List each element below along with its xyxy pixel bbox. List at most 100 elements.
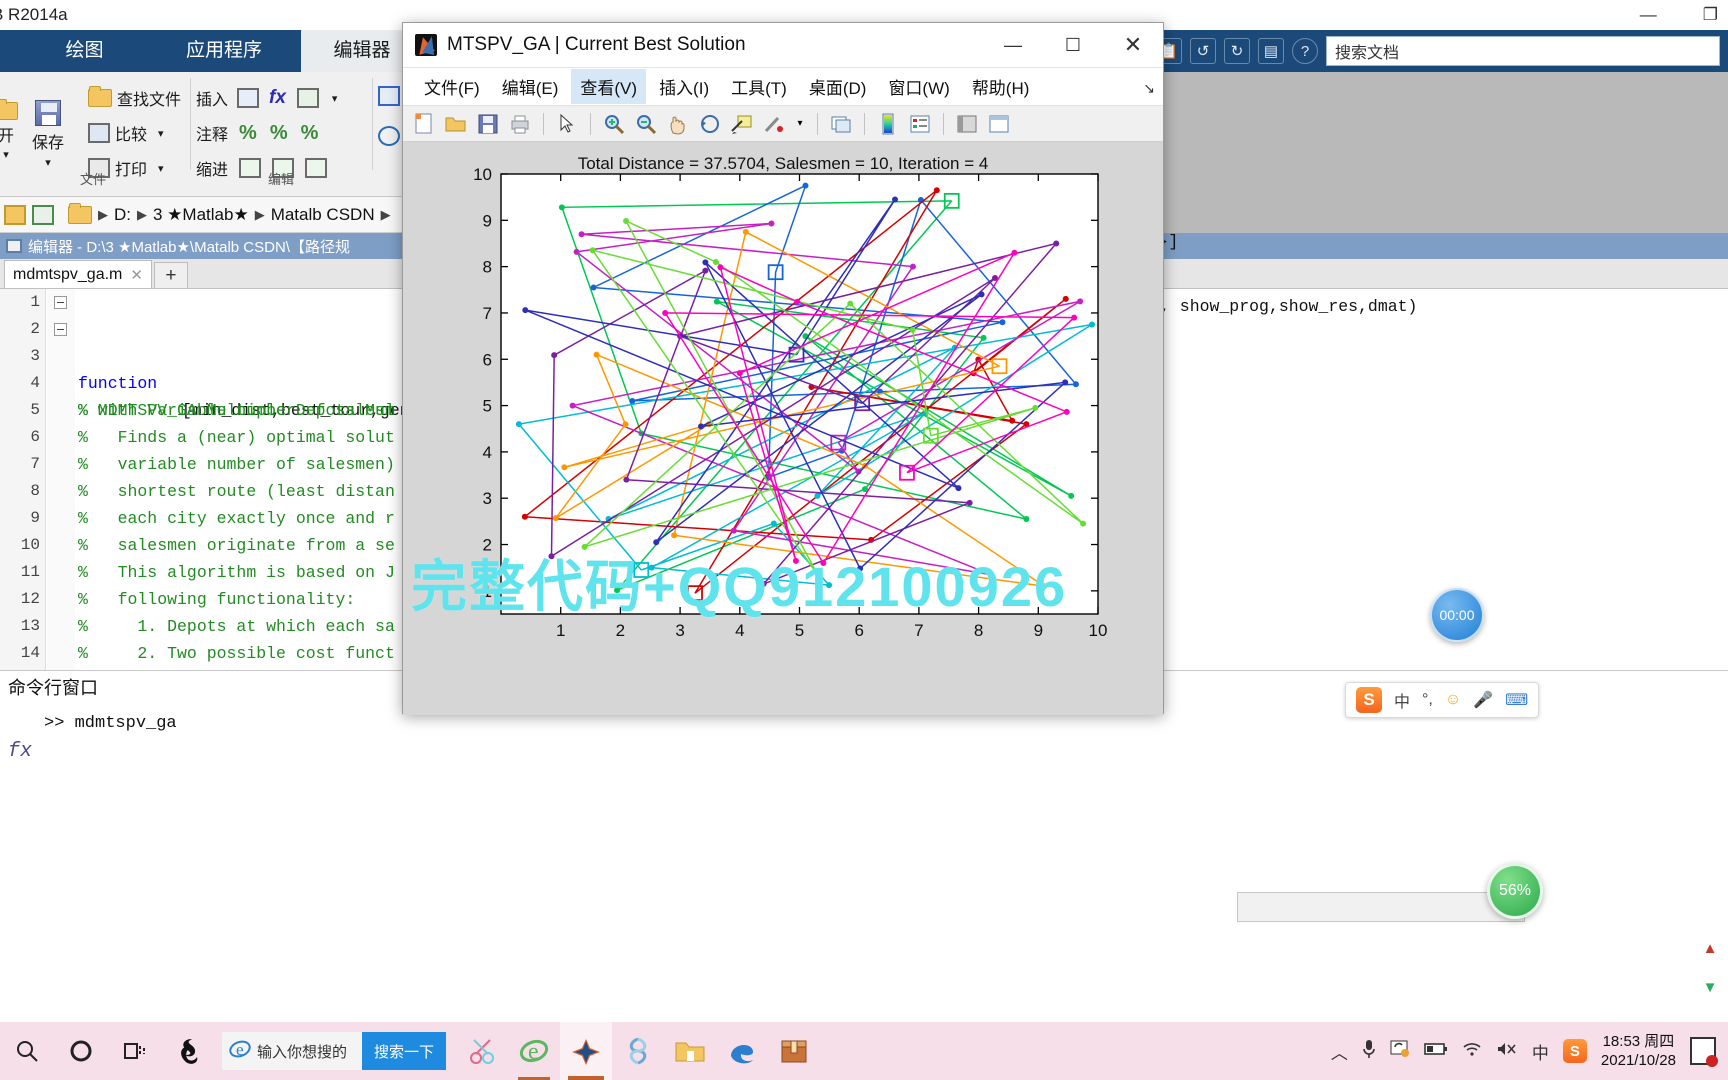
- ie-browser-icon[interactable]: e: [508, 1022, 560, 1080]
- wifi-icon[interactable]: [1462, 1041, 1482, 1062]
- new-tab-button[interactable]: +: [153, 262, 188, 288]
- menu-file[interactable]: 文件(F): [415, 69, 489, 104]
- task-view-icon[interactable]: [108, 1022, 162, 1080]
- mic-icon[interactable]: [1362, 1039, 1376, 1064]
- sogou-s-icon[interactable]: [162, 1022, 216, 1080]
- fold-toggle-icon[interactable]: [54, 296, 67, 309]
- save-button[interactable]: 保存 ▾: [32, 100, 64, 169]
- tray-chevron-icon[interactable]: ︿: [1331, 1039, 1348, 1064]
- breadcrumb-folder-2[interactable]: Matalb CSDN: [271, 205, 375, 225]
- chevron-down-icon[interactable]: ▾: [793, 111, 807, 137]
- city-marker: [1009, 417, 1016, 424]
- city-marker: [978, 291, 985, 298]
- insert-colorbar-icon[interactable]: [875, 111, 901, 137]
- menu-edit[interactable]: 编辑(E): [493, 69, 568, 104]
- ime-keyboard-icon[interactable]: ⌨: [1505, 690, 1528, 710]
- menu-help[interactable]: 帮助(H): [963, 69, 1039, 104]
- rotate3d-icon[interactable]: [697, 111, 723, 137]
- help-icon[interactable]: ?: [1292, 38, 1318, 64]
- battery-bubble[interactable]: 56%: [1487, 863, 1543, 919]
- tab-plots[interactable]: 绘图: [22, 30, 147, 72]
- sogou-ime-bar[interactable]: S 中 °, ☺ 🎤 ⌨: [1345, 682, 1540, 718]
- matlab-restore-button[interactable]: ❐: [1703, 5, 1718, 25]
- editor-tab-mdmtspv-ga[interactable]: mdmtspv_ga.m ✕: [4, 260, 152, 288]
- ime-punctuation-icon[interactable]: °,: [1422, 691, 1433, 709]
- ime-voice-icon[interactable]: 🎤: [1473, 690, 1493, 710]
- unity-icon[interactable]: [612, 1022, 664, 1080]
- scroll-down-icon[interactable]: ▼: [1703, 979, 1718, 996]
- battery-icon[interactable]: [1424, 1041, 1448, 1061]
- breadcrumb-folder-1[interactable]: 3 ★Matlab★: [153, 205, 249, 225]
- snipping-tool-icon[interactable]: [456, 1022, 508, 1080]
- taskbar-search-box[interactable]: e 输入你想搜的 搜索一下: [222, 1032, 447, 1070]
- doc-search-input[interactable]: 搜索文档: [1326, 36, 1720, 66]
- documentation-toolstrip: 📋 ↺ ↻ ▤ ? 搜索文档: [1150, 30, 1728, 72]
- notification-icon[interactable]: [1690, 1037, 1718, 1067]
- data-cursor-icon[interactable]: [729, 111, 755, 137]
- volume-mute-icon[interactable]: [1496, 1041, 1518, 1062]
- menu-desktop[interactable]: 桌面(D): [800, 69, 876, 104]
- menu-insert[interactable]: 插入(I): [650, 69, 718, 104]
- open-file-icon[interactable]: [443, 111, 469, 137]
- figure-maximize-button[interactable]: ☐: [1043, 23, 1103, 68]
- breadcrumb-drive[interactable]: D:: [114, 205, 131, 225]
- hide-plot-tools-icon[interactable]: [954, 111, 980, 137]
- sogou-logo-icon[interactable]: S: [1356, 687, 1382, 713]
- forward-icon[interactable]: [32, 204, 54, 225]
- sogou-tray-icon[interactable]: S: [1562, 1039, 1587, 1063]
- save-figure-icon[interactable]: [475, 111, 501, 137]
- archive-icon[interactable]: [768, 1022, 820, 1080]
- new-figure-icon[interactable]: [411, 111, 437, 137]
- compare-button[interactable]: 比较 ▾: [88, 121, 164, 145]
- city-marker: [1011, 249, 1018, 256]
- brush-icon[interactable]: [761, 111, 787, 137]
- insert-legend-icon[interactable]: [907, 111, 933, 137]
- figure-close-button[interactable]: ✕: [1103, 23, 1163, 68]
- file-explorer-icon[interactable]: [664, 1022, 716, 1080]
- tab-apps[interactable]: 应用程序: [150, 30, 298, 72]
- print-icon[interactable]: [507, 111, 533, 137]
- pan-icon[interactable]: [665, 111, 691, 137]
- undo-icon[interactable]: ↺: [1190, 38, 1216, 64]
- comment-button[interactable]: 注释 % % %: [196, 121, 318, 145]
- code-line: 9 % This algorithm is based on J: [0, 505, 394, 582]
- figure-window-controls: — ☐ ✕: [983, 23, 1163, 68]
- open-button[interactable]: 开 ▾: [0, 99, 18, 161]
- sync-icon[interactable]: [1390, 1040, 1410, 1063]
- menu-overflow-icon[interactable]: ↘: [1143, 80, 1155, 97]
- find-button[interactable]: [378, 126, 400, 146]
- scroll-arrows[interactable]: ▲ ▼: [1700, 940, 1720, 996]
- ime-mode-cn[interactable]: 中: [1394, 688, 1410, 712]
- city-marker: [847, 300, 854, 307]
- fold-toggle-icon[interactable]: [54, 323, 67, 336]
- menu-view[interactable]: 查看(V): [571, 69, 647, 104]
- taskbar-search-button[interactable]: 搜索一下: [362, 1032, 447, 1070]
- menu-window[interactable]: 窗口(W): [879, 69, 958, 104]
- doc-bottom-input[interactable]: [1237, 892, 1525, 922]
- fx-icon[interactable]: fx: [8, 740, 32, 763]
- ime-cn-icon[interactable]: 中: [1532, 1039, 1549, 1064]
- ime-emoji-icon[interactable]: ☺: [1445, 691, 1461, 709]
- matlab-icon[interactable]: [560, 1022, 613, 1080]
- timer-bubble[interactable]: 00:00: [1430, 588, 1484, 642]
- show-plot-tools-icon[interactable]: [986, 111, 1012, 137]
- menu-tools[interactable]: 工具(T): [722, 69, 796, 104]
- close-icon[interactable]: ✕: [130, 266, 143, 284]
- insert-button[interactable]: 插入 fx ▾: [196, 86, 337, 110]
- redo-icon[interactable]: ↻: [1224, 38, 1250, 64]
- figure-minimize-button[interactable]: —: [983, 23, 1043, 68]
- find-files-button[interactable]: 查找文件: [88, 86, 181, 110]
- edge-icon[interactable]: [716, 1022, 768, 1080]
- matlab-minimize-button[interactable]: —: [1640, 5, 1657, 25]
- search-icon[interactable]: [0, 1022, 54, 1080]
- go-to-button[interactable]: [378, 86, 400, 106]
- cortana-icon[interactable]: [54, 1022, 108, 1080]
- link-plot-icon[interactable]: [828, 111, 854, 137]
- scroll-up-icon[interactable]: ▲: [1703, 940, 1718, 957]
- layout-icon[interactable]: ▤: [1258, 38, 1284, 64]
- zoom-in-icon[interactable]: [601, 111, 627, 137]
- zoom-out-icon[interactable]: [633, 111, 659, 137]
- pointer-icon[interactable]: [554, 111, 580, 137]
- taskbar-clock[interactable]: 18:53 周四 2021/10/28: [1601, 1032, 1676, 1070]
- back-icon[interactable]: [4, 204, 26, 225]
